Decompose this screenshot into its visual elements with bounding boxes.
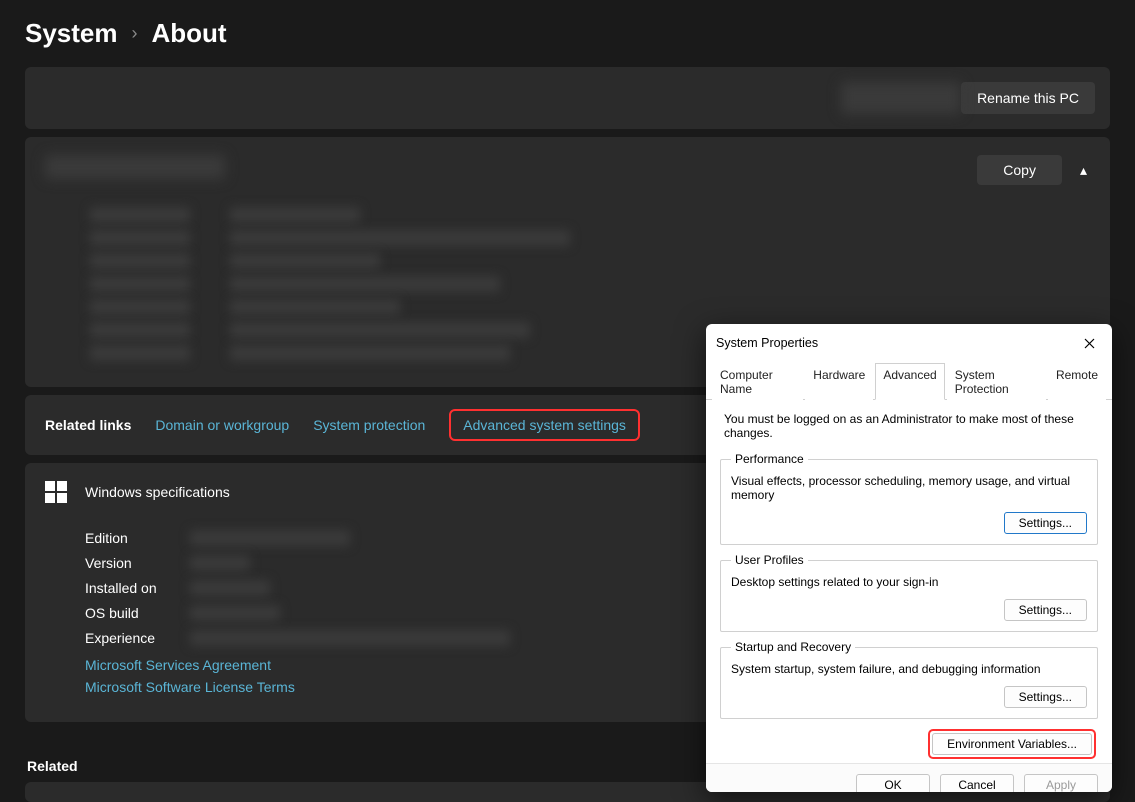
tab-remote[interactable]: Remote [1048, 363, 1106, 400]
startup-legend: Startup and Recovery [731, 640, 855, 654]
profiles-desc: Desktop settings related to your sign-in [731, 575, 1087, 589]
tab-hardware[interactable]: Hardware [805, 363, 873, 400]
group-performance: Performance Visual effects, processor sc… [720, 452, 1098, 545]
dialog-footer: OK Cancel Apply [706, 763, 1112, 792]
spec-value-version-redacted [190, 555, 250, 571]
profiles-settings-button[interactable]: Settings... [1004, 599, 1087, 621]
tab-system-protection[interactable]: System Protection [947, 363, 1046, 400]
dialog-titlebar: System Properties [706, 324, 1112, 360]
performance-settings-button[interactable]: Settings... [1004, 512, 1087, 534]
environment-variables-button[interactable]: Environment Variables... [932, 733, 1092, 755]
spec-value-osbuild-redacted [190, 605, 280, 621]
windows-specs-heading: Windows specifications [85, 484, 230, 500]
tab-advanced[interactable]: Advanced [875, 363, 944, 400]
close-icon[interactable] [1076, 332, 1102, 354]
breadcrumb: System › About [0, 0, 1135, 67]
apply-button[interactable]: Apply [1024, 774, 1098, 792]
device-specs-heading-redacted [45, 155, 225, 179]
copy-button[interactable]: Copy [977, 155, 1062, 185]
performance-legend: Performance [731, 452, 808, 466]
link-system-protection[interactable]: System protection [313, 417, 425, 433]
group-user-profiles: User Profiles Desktop settings related t… [720, 553, 1098, 632]
device-panel: Rename this PC [25, 67, 1110, 129]
dialog-title: System Properties [716, 336, 818, 350]
envvar-highlight: Environment Variables... [928, 729, 1096, 759]
startup-desc: System startup, system failure, and debu… [731, 662, 1087, 676]
chevron-right-icon: › [132, 23, 138, 44]
spec-value-installed-redacted [190, 580, 270, 596]
profiles-legend: User Profiles [731, 553, 808, 567]
spec-label-version: Version [85, 555, 190, 571]
group-startup-recovery: Startup and Recovery System startup, sys… [720, 640, 1098, 719]
spec-value-edition-redacted [190, 530, 350, 546]
admin-note: You must be logged on as an Administrato… [720, 410, 1098, 444]
spec-label-experience: Experience [85, 630, 190, 646]
device-specs-redacted [90, 207, 570, 361]
performance-desc: Visual effects, processor scheduling, me… [731, 474, 1087, 502]
advanced-settings-highlight: Advanced system settings [449, 409, 640, 441]
link-domain-workgroup[interactable]: Domain or workgroup [155, 417, 289, 433]
startup-settings-button[interactable]: Settings... [1004, 686, 1087, 708]
device-name-redacted [841, 82, 961, 114]
dialog-tabs: Computer Name Hardware Advanced System P… [706, 362, 1112, 400]
windows-logo-icon [45, 481, 67, 503]
cancel-button[interactable]: Cancel [940, 774, 1014, 792]
rename-pc-button[interactable]: Rename this PC [961, 82, 1095, 114]
tab-computer-name[interactable]: Computer Name [712, 363, 803, 400]
breadcrumb-current: About [152, 18, 227, 49]
spec-value-experience-redacted [190, 630, 510, 646]
spec-label-edition: Edition [85, 530, 190, 546]
link-advanced-system-settings[interactable]: Advanced system settings [463, 417, 626, 433]
ok-button[interactable]: OK [856, 774, 930, 792]
chevron-up-icon[interactable]: ▴ [1072, 158, 1095, 183]
spec-label-osbuild: OS build [85, 605, 190, 621]
related-links-label: Related links [45, 417, 131, 433]
spec-label-installed: Installed on [85, 580, 190, 596]
system-properties-dialog: System Properties Computer Name Hardware… [706, 324, 1112, 792]
breadcrumb-parent[interactable]: System [25, 18, 118, 49]
